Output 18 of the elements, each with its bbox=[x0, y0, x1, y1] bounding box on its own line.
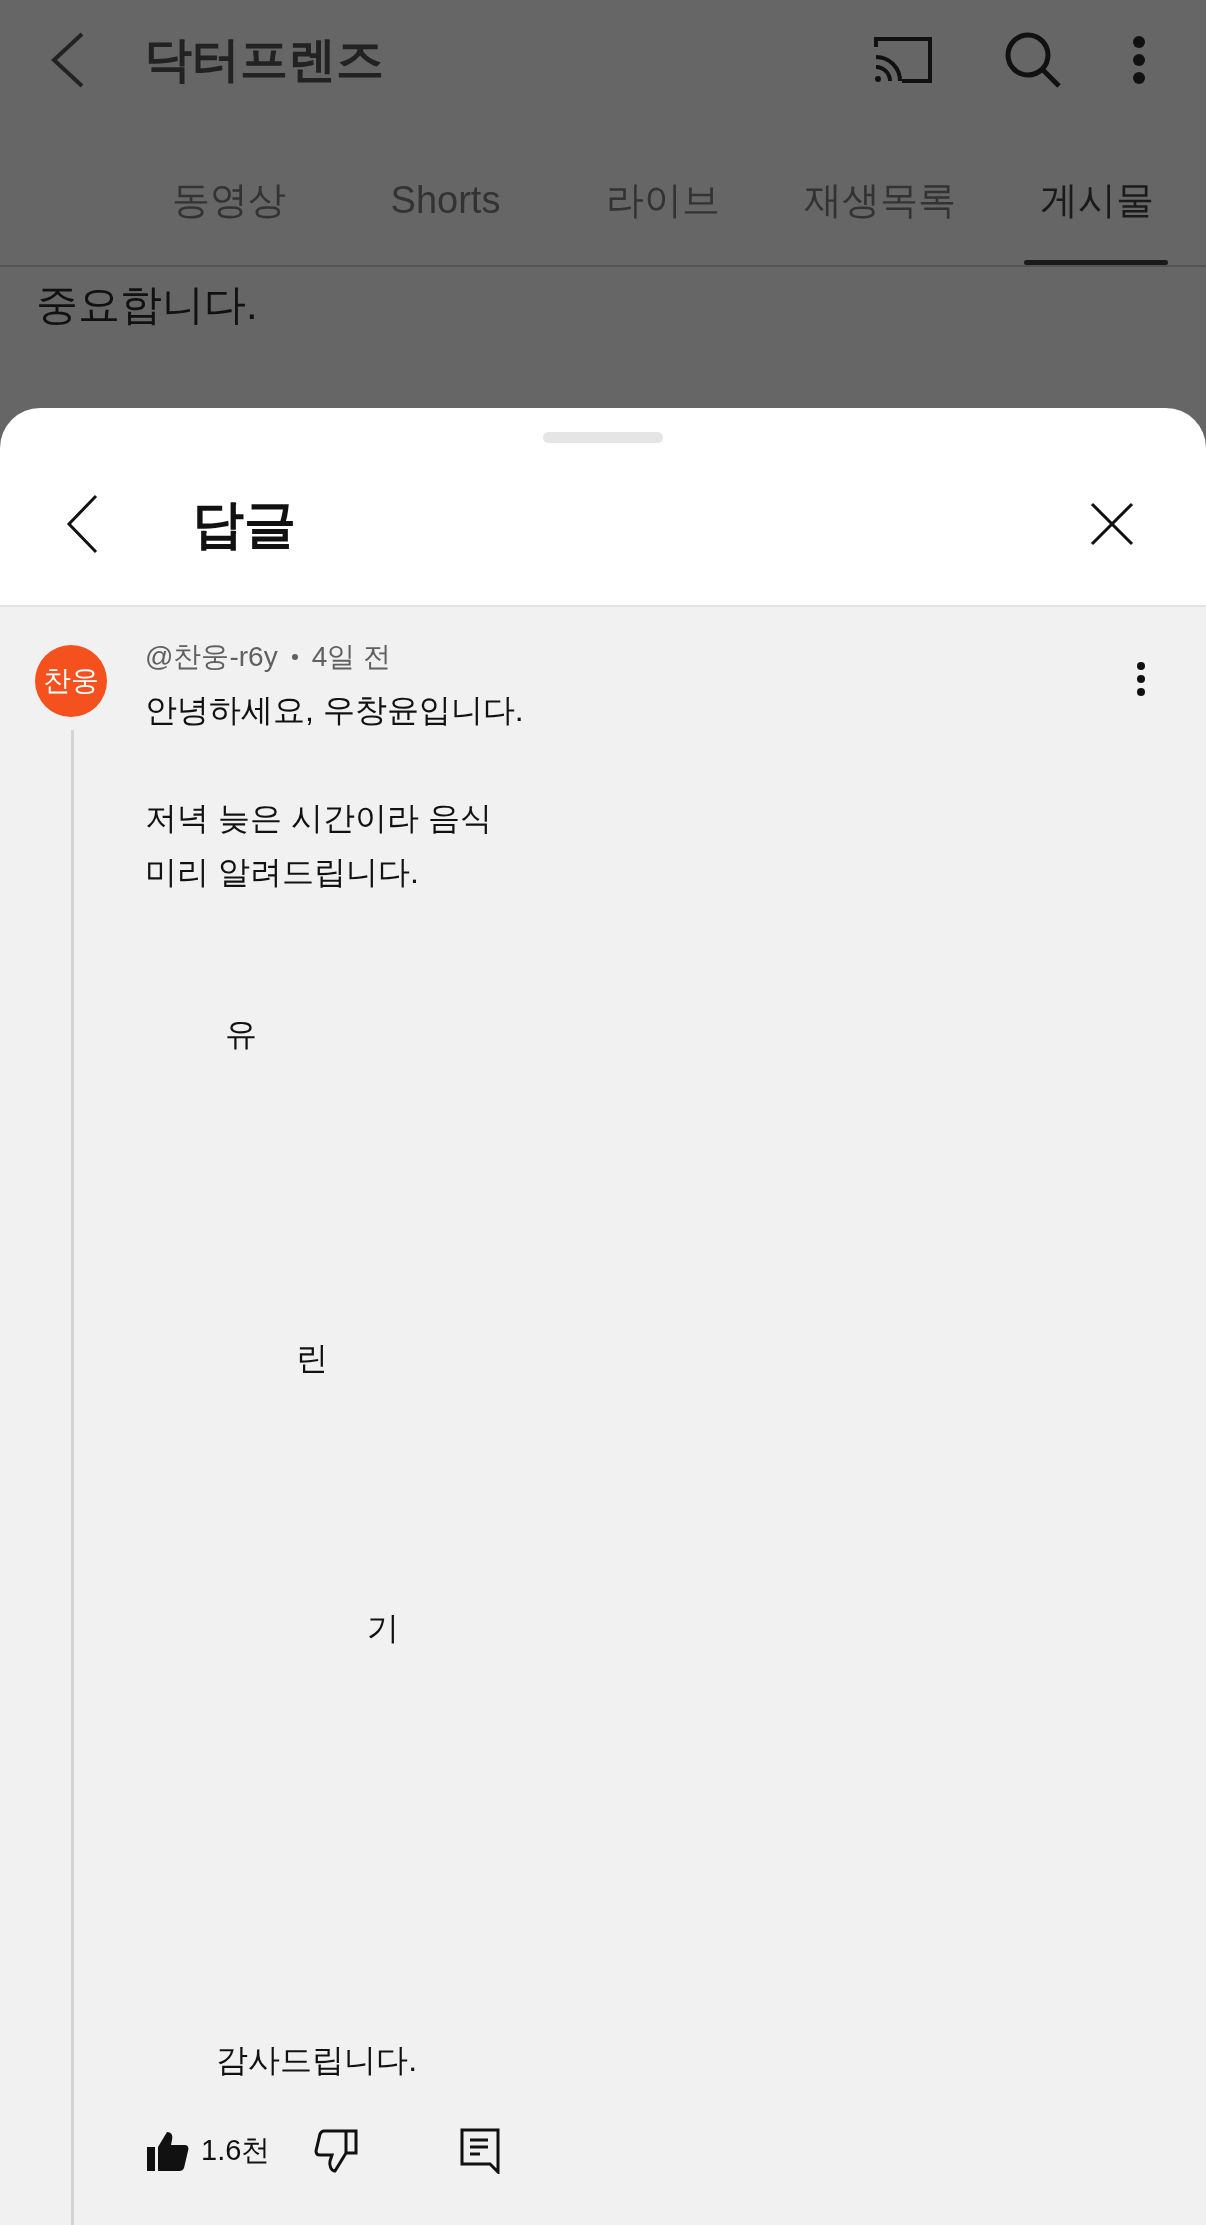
post-text: 중요합니다. bbox=[36, 280, 259, 330]
channel-title: 닥터프렌즈 bbox=[144, 32, 384, 88]
drag-handle[interactable] bbox=[543, 432, 663, 443]
cast-icon[interactable] bbox=[872, 35, 934, 85]
search-icon[interactable] bbox=[1004, 31, 1062, 89]
back-icon[interactable] bbox=[66, 494, 98, 554]
reply-icon[interactable] bbox=[460, 2128, 501, 2174]
comment-text: 안녕하세요, 우창윤입니다. 저녁 늦은 시간이라 음식 미리 알려드립니다. 유 린 기 감사드립니다. bbox=[145, 691, 525, 2080]
close-icon[interactable] bbox=[1090, 502, 1134, 546]
tab[interactable]: 게시물 bbox=[988, 135, 1205, 265]
thumbs-down-icon[interactable] bbox=[314, 2129, 359, 2173]
like-count: 1.6천 bbox=[201, 2133, 271, 2169]
comment-author[interactable]: @찬웅-r6y bbox=[145, 636, 278, 678]
avatar[interactable]: 찬웅 bbox=[35, 645, 107, 717]
sheet-title: 답글 bbox=[192, 494, 296, 555]
thumbs-up-icon[interactable] bbox=[145, 2130, 189, 2172]
comment-time: 4일 전 bbox=[311, 640, 391, 674]
more-icon[interactable] bbox=[1136, 661, 1146, 697]
